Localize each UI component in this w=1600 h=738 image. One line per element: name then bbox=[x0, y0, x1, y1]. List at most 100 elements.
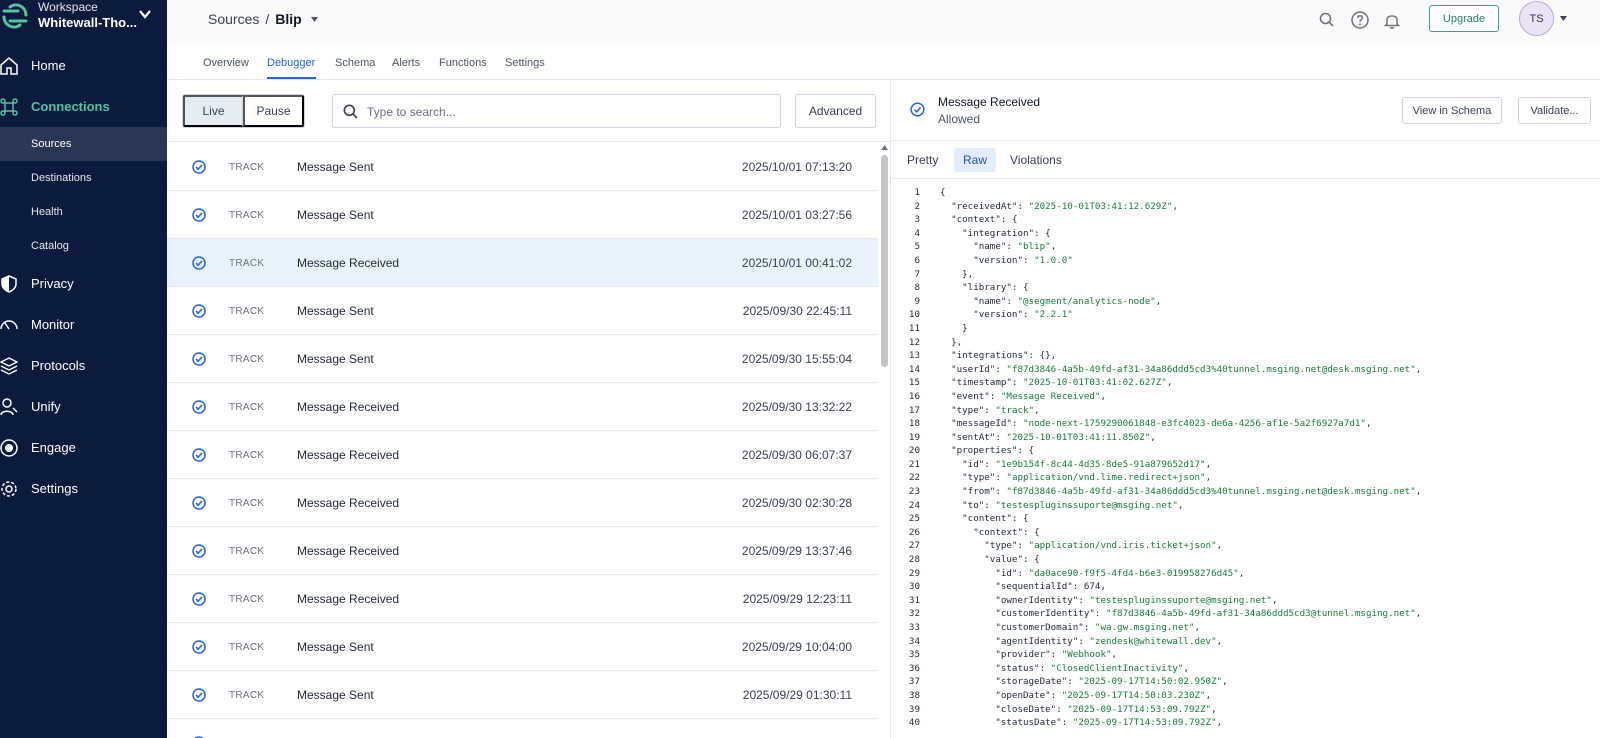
line-number: 32 bbox=[908, 608, 920, 620]
line-number: 2 bbox=[914, 200, 920, 212]
tab-violations[interactable]: Violations bbox=[1001, 148, 1071, 172]
sidebar-subitem-health[interactable]: Health bbox=[0, 195, 167, 229]
line-number: 38 bbox=[908, 689, 920, 701]
sidebar-item-protocols[interactable]: Protocols bbox=[0, 345, 167, 386]
breadcrumb: Sources / Blip bbox=[208, 11, 302, 27]
code-text: "from": "f87d3846-4a5b-49fd-af31-34a86dd… bbox=[962, 486, 1422, 498]
sidebar-item-unify[interactable]: Unify bbox=[0, 386, 167, 427]
event-row[interactable]: TRACK Message Received 2025/09/30 02:30:28 bbox=[167, 479, 878, 527]
sidebar-item-label: Settings bbox=[31, 481, 78, 496]
code-text: "integrations": {}, bbox=[951, 350, 1057, 362]
check-circle-icon bbox=[192, 400, 206, 414]
sidebar-subitem-destinations[interactable]: Destinations bbox=[0, 161, 167, 195]
active-tab-indicator bbox=[267, 77, 316, 79]
sidebar-item-privacy[interactable]: Privacy bbox=[0, 263, 167, 304]
event-type: TRACK bbox=[229, 690, 265, 701]
event-row[interactable]: TRACK Message Sent 2025/10/01 03:27:56 bbox=[167, 191, 878, 239]
code-text: "context": { bbox=[951, 214, 1018, 226]
code-line: 15 "timestamp": "2025-10-01T03:41:02.627… bbox=[892, 376, 1600, 390]
sidebar-item-engage[interactable]: Engage bbox=[0, 427, 167, 468]
line-number: 1 bbox=[914, 187, 920, 198]
event-name: Message Sent bbox=[297, 688, 374, 702]
scroll-up-arrow-icon[interactable] bbox=[880, 143, 889, 152]
line-number: 22 bbox=[908, 472, 920, 484]
code-line: 31 "ownerIdentity": "testespluginssuport… bbox=[892, 594, 1600, 608]
bell-icon[interactable] bbox=[1382, 10, 1402, 30]
line-number: 34 bbox=[908, 635, 920, 647]
sidebar-item-label: Engage bbox=[31, 440, 76, 455]
event-name: Message Sent bbox=[297, 640, 374, 654]
event-row[interactable]: TRACK Message Sent 2025/09/29 01:30:11 bbox=[167, 671, 878, 719]
code-text: } bbox=[940, 322, 968, 334]
event-row[interactable]: TRACK Message Received 2025/09/30 13:32:22 bbox=[167, 383, 878, 431]
code-line: 33 "customerDomain": "wa.gw.msging.net", bbox=[892, 621, 1600, 635]
event-list-scrollbar[interactable] bbox=[878, 143, 891, 738]
line-number: 25 bbox=[908, 513, 920, 525]
chevron-down-icon[interactable] bbox=[1559, 14, 1568, 23]
sidebar-item-settings[interactable]: Settings bbox=[0, 468, 167, 509]
line-number: 3 bbox=[914, 214, 920, 226]
help-icon[interactable] bbox=[1350, 10, 1370, 30]
code-text: "ownerIdentity": "testespluginssuporte@m… bbox=[995, 594, 1278, 606]
code-line: 8 "library": { bbox=[892, 281, 1600, 295]
sidebar-item-connections[interactable]: Connections bbox=[0, 86, 167, 127]
scrollbar-thumb[interactable] bbox=[881, 155, 888, 367]
sidebar-item-label: Protocols bbox=[31, 358, 86, 373]
source-tabs: Overview Debugger Schema Alerts Function… bbox=[167, 45, 1600, 80]
search-input[interactable] bbox=[367, 102, 767, 122]
validate-button[interactable]: Validate... bbox=[1518, 97, 1591, 124]
line-number: 12 bbox=[908, 336, 920, 348]
event-row[interactable]: TRACK Message Sent 2025/09/30 15:55:04 bbox=[167, 335, 878, 383]
code-text: { bbox=[940, 187, 946, 198]
tab-debugger[interactable]: Debugger bbox=[267, 57, 315, 69]
sidebar-subitem-sources[interactable]: Sources bbox=[0, 127, 167, 161]
sidebar-subitem-catalog[interactable]: Catalog bbox=[0, 229, 167, 263]
sidebar-item-home[interactable]: Home bbox=[0, 45, 167, 86]
event-row[interactable]: TRACK Message Received 2025/10/01 00:41:02 bbox=[167, 239, 878, 287]
event-timestamp: 2025/09/29 01:30:11 bbox=[742, 688, 852, 702]
event-type: TRACK bbox=[229, 306, 265, 317]
line-number: 4 bbox=[914, 227, 920, 239]
line-number: 16 bbox=[908, 390, 920, 402]
workspace-switcher[interactable]: Workspace Whitewall-Tho... bbox=[0, 0, 167, 34]
tab-overview[interactable]: Overview bbox=[203, 57, 249, 69]
view-in-schema-button[interactable]: View in Schema bbox=[1402, 97, 1502, 124]
raw-json-viewer: 1{2 "receivedAt": "2025-10-01T03:41:12.6… bbox=[892, 186, 1600, 738]
event-name: Message Sent bbox=[297, 304, 374, 318]
live-button[interactable]: Live bbox=[183, 95, 243, 127]
code-line: 22 "type": "application/vnd.lime.redirec… bbox=[892, 471, 1600, 485]
tab-schema[interactable]: Schema bbox=[335, 57, 375, 69]
code-text: "type": "application/vnd.lime.redirect+j… bbox=[962, 472, 1212, 484]
event-timestamp: 2025/10/01 03:27:56 bbox=[741, 208, 852, 222]
line-number: 39 bbox=[908, 703, 920, 715]
line-number: 20 bbox=[908, 445, 920, 457]
event-row[interactable]: TRACK Message Sent 2025/10/01 07:13:20 bbox=[167, 143, 878, 191]
search-box bbox=[332, 94, 781, 128]
tab-pretty[interactable]: Pretty bbox=[898, 148, 947, 172]
pause-button[interactable]: Pause bbox=[243, 95, 304, 127]
code-text: "messageId": "node-next-1759290061848-e3… bbox=[951, 418, 1372, 430]
avatar[interactable]: TS bbox=[1519, 1, 1554, 36]
search-icon[interactable] bbox=[1317, 10, 1337, 30]
tab-functions[interactable]: Functions bbox=[439, 57, 487, 69]
advanced-button[interactable]: Advanced bbox=[795, 94, 876, 128]
tab-alerts[interactable]: Alerts bbox=[392, 57, 420, 69]
tab-settings[interactable]: Settings bbox=[505, 57, 545, 69]
sidebar-subitem-label: Catalog bbox=[31, 240, 69, 252]
breadcrumb-sources[interactable]: Sources bbox=[208, 11, 259, 27]
event-row[interactable]: TRACK Message Received 2025/09/29 13:37:46 bbox=[167, 527, 878, 575]
sidebar-item-monitor[interactable]: Monitor bbox=[0, 304, 167, 345]
event-row[interactable]: TRACK Message Sent 2025/09/30 22:45:11 bbox=[167, 287, 878, 335]
event-row[interactable]: TRACKMessage Received2025/09/28 21:16:04 bbox=[167, 719, 878, 738]
sidebar-subitem-label: Health bbox=[31, 206, 63, 218]
event-row[interactable]: TRACK Message Received 2025/09/30 06:07:37 bbox=[167, 431, 878, 479]
sidebar-nav: Home Connections Sources Destinations He… bbox=[0, 45, 167, 509]
event-row[interactable]: TRACK Message Sent 2025/09/29 10:04:00 bbox=[167, 623, 878, 671]
caret-down-icon[interactable] bbox=[310, 15, 319, 24]
upgrade-button[interactable]: Upgrade bbox=[1429, 5, 1499, 32]
tab-raw[interactable]: Raw bbox=[954, 148, 997, 172]
line-number: 15 bbox=[908, 377, 920, 389]
sidebar-item-label: Unify bbox=[31, 399, 61, 414]
event-type: TRACK bbox=[229, 210, 265, 221]
event-row[interactable]: TRACK Message Received 2025/09/29 12:23:11 bbox=[167, 575, 878, 623]
